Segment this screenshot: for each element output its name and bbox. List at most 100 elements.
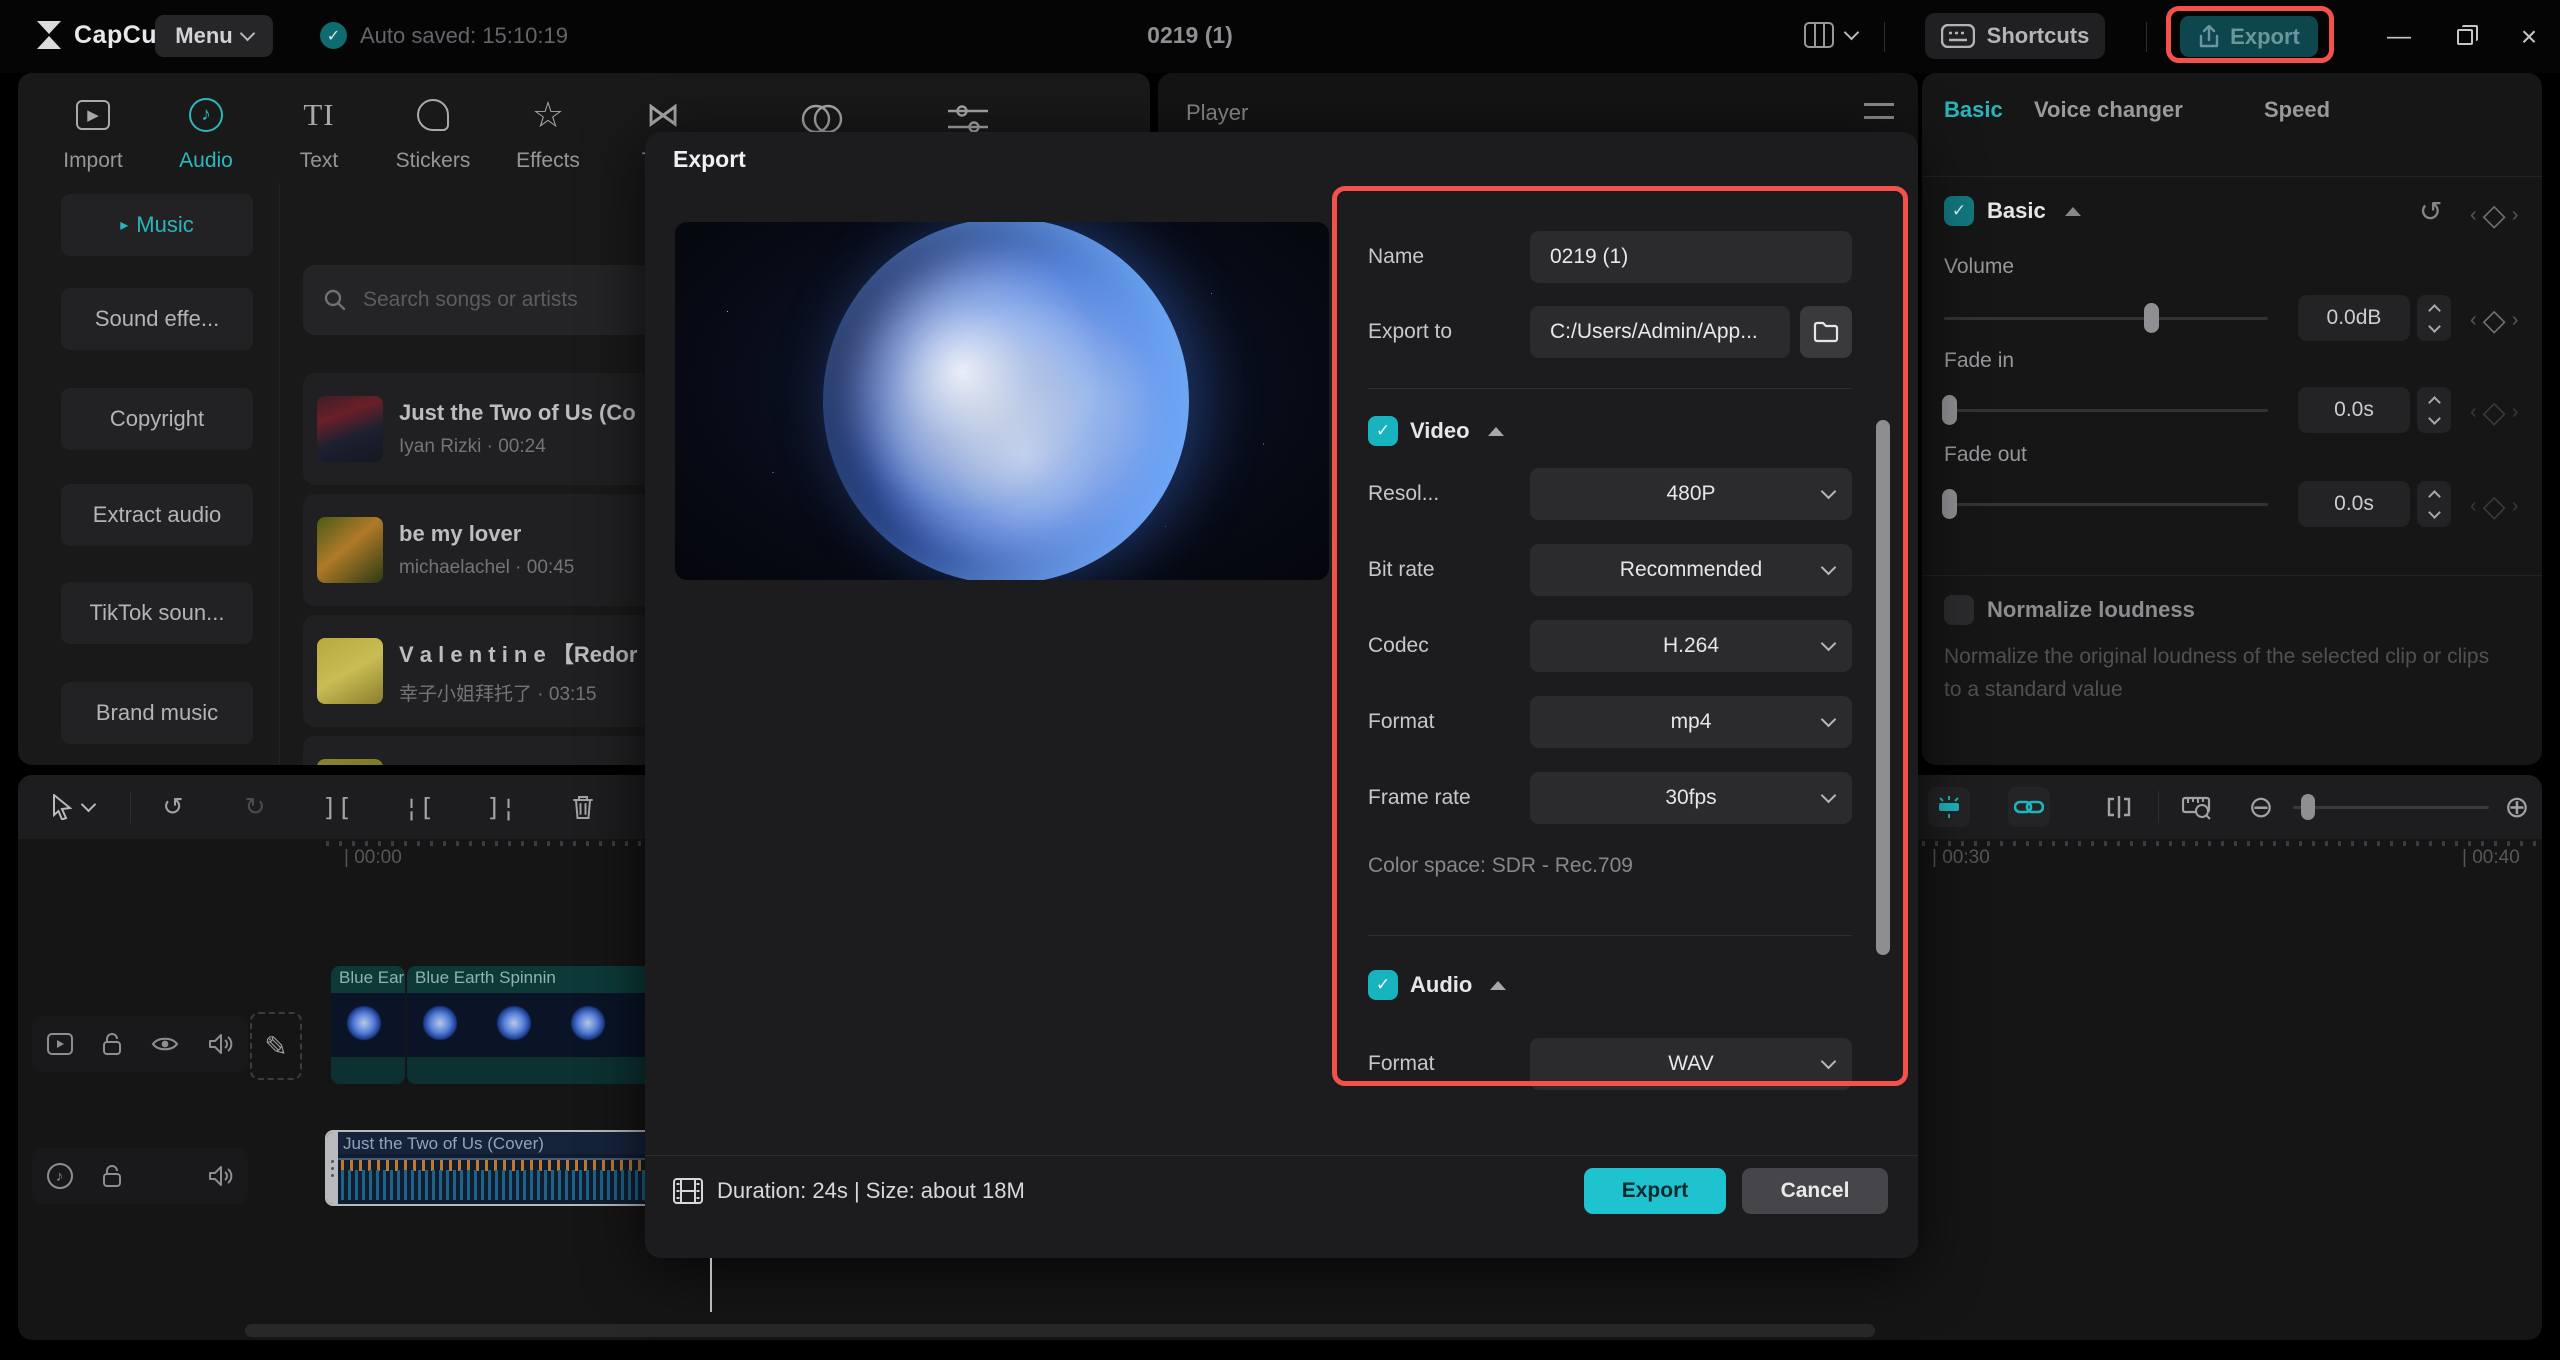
video-clip[interactable]: Blue Ear: [331, 966, 405, 1084]
basic-checkbox[interactable]: ✓: [1944, 196, 1974, 226]
zoom-out-button[interactable]: ⊖: [2240, 787, 2282, 827]
speaker-icon[interactable]: [208, 1165, 234, 1187]
timeline-horizontal-scrollbar[interactable]: [245, 1324, 1875, 1337]
format-select[interactable]: mp4: [1530, 696, 1852, 748]
browse-folder-button[interactable]: [1800, 306, 1852, 358]
volume-slider[interactable]: [1944, 317, 2268, 320]
sidebar-item-music[interactable]: Music: [61, 194, 253, 256]
link-toggle-button[interactable]: [2008, 787, 2050, 827]
shortcuts-button[interactable]: Shortcuts: [1925, 13, 2105, 59]
song-title: Just the Two of Us (Co: [399, 400, 636, 426]
select-tool-button[interactable]: [40, 787, 104, 827]
video-checkbox[interactable]: ✓: [1368, 416, 1398, 446]
minimize-button[interactable]: —: [2382, 22, 2416, 52]
player-menu-icon[interactable]: [1864, 103, 1894, 119]
timeline-zoom-slider[interactable]: [2293, 806, 2489, 809]
delete-button[interactable]: [562, 787, 604, 827]
fade-in-slider-thumb[interactable]: [1942, 395, 1957, 425]
resolution-select[interactable]: 480P: [1530, 468, 1852, 520]
export-dialog: Export Name 0219 (1) Export to C:/Users/…: [645, 132, 1918, 1258]
speaker-icon[interactable]: [208, 1033, 234, 1055]
ruler-zoom-icon: [2182, 794, 2212, 820]
tab-voice-changer[interactable]: Voice changer: [2034, 97, 2183, 123]
menu-button[interactable]: Menu: [155, 15, 273, 57]
clip-trim-handle[interactable]: [327, 1132, 338, 1204]
redo-button[interactable]: ↻: [234, 787, 276, 827]
reset-icon[interactable]: ↺: [2419, 195, 2442, 228]
collapse-arrow-icon[interactable]: [1490, 981, 1506, 990]
volume-value[interactable]: 0.0dB: [2298, 295, 2410, 341]
layout-switcher[interactable]: [1804, 22, 1857, 48]
tab-text[interactable]: TI Text: [264, 93, 374, 173]
eye-icon[interactable]: [151, 1035, 179, 1053]
song-card[interactable]: Just the Two of Us (Co Iyan Rizki · 00:2…: [303, 373, 663, 485]
normalize-description: Normalize the original loudness of the s…: [1944, 641, 2504, 706]
tab-stickers[interactable]: Stickers: [378, 93, 488, 173]
fade-in-stepper[interactable]: [2417, 387, 2451, 433]
bitrate-select[interactable]: Recommended: [1530, 544, 1852, 596]
fade-out-stepper[interactable]: [2417, 481, 2451, 527]
fade-out-slider-thumb[interactable]: [1942, 489, 1957, 519]
fade-in-keyframe-control[interactable]: ‹ ◇ ›: [2470, 395, 2518, 430]
import-icon: ▶: [76, 100, 110, 130]
timeline-ruler-ticks: [326, 841, 656, 846]
dialog-cancel-button[interactable]: Cancel: [1742, 1168, 1888, 1214]
normalize-checkbox[interactable]: [1944, 595, 1974, 625]
fade-out-slider[interactable]: [1944, 503, 2268, 506]
close-button[interactable]: ×: [2512, 22, 2546, 52]
sidebar-item-extract-audio[interactable]: Extract audio: [61, 484, 253, 546]
sidebar-item-sound-effects[interactable]: Sound effe...: [61, 288, 253, 350]
restore-button[interactable]: [2448, 22, 2482, 52]
snap-toggle-button[interactable]: [1928, 787, 1970, 827]
undo-button[interactable]: ↺: [152, 787, 194, 827]
tab-import-label: Import: [38, 149, 148, 173]
keyframe-next-icon: ›: [2512, 401, 2519, 424]
lock-icon[interactable]: [102, 1032, 122, 1056]
fade-out-value[interactable]: 0.0s: [2298, 481, 2410, 527]
song-card[interactable]: V a l e n t i n e 【Redor 幸子小姐拜托了 · 03:15: [303, 615, 663, 727]
framerate-select[interactable]: 30fps: [1530, 772, 1852, 824]
playhead[interactable]: [710, 1258, 712, 1312]
lock-icon[interactable]: [102, 1164, 122, 1188]
song-card[interactable]: be my lover michaelachel · 00:45: [303, 494, 663, 606]
collapse-arrow-icon[interactable]: [1488, 427, 1504, 436]
volume-stepper[interactable]: [2417, 295, 2451, 341]
stepper-up-icon: [2428, 396, 2441, 409]
tab-effects[interactable]: ☆ Effects: [493, 93, 603, 173]
fade-in-slider[interactable]: [1944, 409, 2268, 412]
song-card[interactable]: Say love you: [303, 736, 663, 765]
export-button-top[interactable]: Export: [2180, 16, 2318, 57]
sidebar-item-tiktok-sounds[interactable]: TikTok soun...: [61, 582, 253, 644]
name-input[interactable]: 0219 (1): [1530, 231, 1852, 283]
audio-clip-selected[interactable]: Just the Two of Us (Cover): [325, 1130, 663, 1206]
fade-in-value[interactable]: 0.0s: [2298, 387, 2410, 433]
volume-slider-thumb[interactable]: [2144, 303, 2159, 333]
tab-audio[interactable]: ♪ Audio: [151, 93, 261, 173]
sidebar-item-copyright[interactable]: Copyright: [61, 388, 253, 450]
audio-checkbox[interactable]: ✓: [1368, 970, 1398, 1000]
basic-keyframe-control[interactable]: ‹ ◇ ›: [2470, 198, 2518, 233]
timeline-zoom-thumb[interactable]: [2301, 794, 2315, 820]
mirror-split-button[interactable]: [2098, 787, 2140, 827]
audio-format-select[interactable]: WAV: [1530, 1038, 1852, 1090]
tab-speed[interactable]: Speed: [2264, 97, 2330, 123]
edit-cover-button[interactable]: ✎: [250, 1012, 302, 1080]
delete-left-button[interactable]: ¦[: [398, 787, 440, 827]
tab-import[interactable]: ▶ Import: [38, 93, 148, 173]
delete-right-button[interactable]: ]¦: [480, 787, 522, 827]
tab-basic[interactable]: Basic: [1944, 97, 2003, 123]
timeline-scale-button[interactable]: [2176, 787, 2218, 827]
search-input[interactable]: Search songs or artists: [303, 265, 655, 335]
share-export-icon: [2198, 25, 2220, 49]
dialog-export-button[interactable]: Export: [1584, 1168, 1726, 1214]
fade-out-keyframe-control[interactable]: ‹ ◇ ›: [2470, 489, 2518, 524]
split-button[interactable]: ][: [316, 787, 358, 827]
titlebar: CapCut Menu ✓ Auto saved: 15:10:19 0219 …: [0, 0, 2560, 73]
zoom-in-button[interactable]: ⊕: [2496, 787, 2538, 827]
export-to-input[interactable]: C:/Users/Admin/App...: [1530, 306, 1790, 358]
collapse-arrow-icon[interactable]: [2065, 207, 2081, 216]
volume-keyframe-control[interactable]: ‹ ◇ ›: [2470, 303, 2518, 338]
sidebar-item-brand-music[interactable]: Brand music: [61, 682, 253, 744]
dialog-scrollbar[interactable]: [1876, 420, 1890, 955]
codec-select[interactable]: H.264: [1530, 620, 1852, 672]
